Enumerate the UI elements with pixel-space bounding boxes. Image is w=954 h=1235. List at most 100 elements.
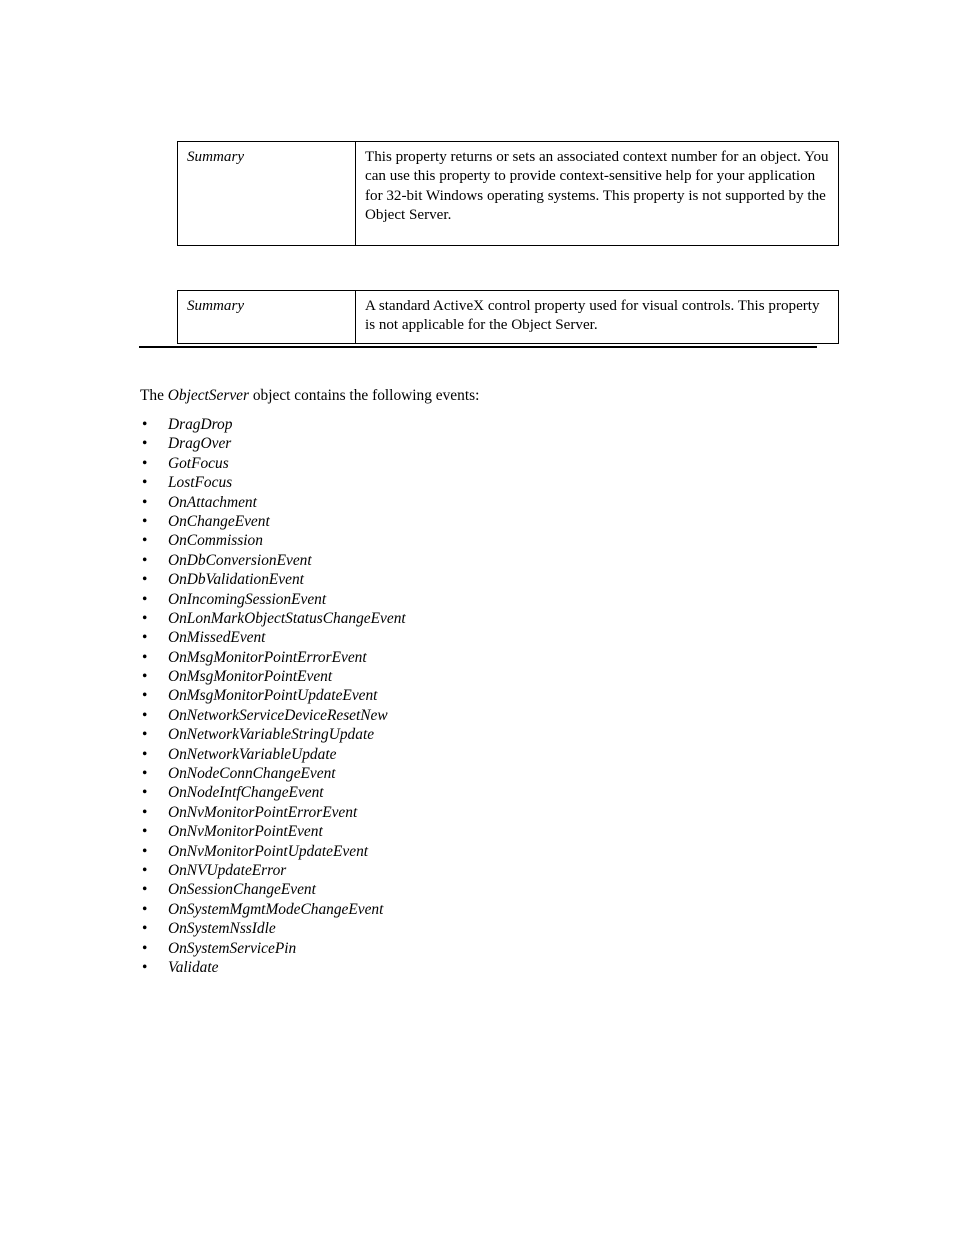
document-page: Summary This property returns or sets an… xyxy=(0,0,954,1235)
event-name: OnDbValidationEvent xyxy=(168,571,304,589)
bullet-icon: • xyxy=(142,706,148,724)
bullet-icon: • xyxy=(142,416,148,433)
summary-label-cell: Summary xyxy=(177,290,356,344)
table-row: Summary This property returns or sets an… xyxy=(177,141,839,246)
list-item: • OnDbConversionEvent xyxy=(140,551,840,570)
event-name: OnNvMonitorPointUpdateEvent xyxy=(168,842,369,860)
event-name: OnNvMonitorPointEvent xyxy=(168,823,323,841)
bullet-icon: • xyxy=(142,668,148,686)
list-item: • OnNodeConnChangeEvent xyxy=(140,764,840,783)
help-context-id-summary-table: Summary This property returns or sets an… xyxy=(177,141,839,246)
bullet-icon: • xyxy=(142,881,148,899)
list-item: • OnIncomingSessionEvent xyxy=(140,590,840,609)
bullet-icon: • xyxy=(142,512,148,530)
list-item: • LostFocus xyxy=(140,473,840,492)
list-item: • OnNvMonitorPointErrorEvent xyxy=(140,803,840,822)
bullet-icon: • xyxy=(142,765,148,783)
object-server-name: ObjectServer xyxy=(167,387,249,404)
intro-prefix: The xyxy=(140,387,168,404)
bullet-icon: • xyxy=(142,474,148,492)
bullet-icon: • xyxy=(142,609,148,627)
list-item: • GotFocus xyxy=(140,454,840,473)
bullet-icon: • xyxy=(142,648,148,666)
bullet-icon: • xyxy=(142,920,148,938)
bullet-icon: • xyxy=(142,454,148,472)
event-name: OnMsgMonitorPointEvent xyxy=(168,668,333,686)
bullet-icon: • xyxy=(142,842,148,860)
list-item: • OnMissedEvent xyxy=(140,628,840,647)
list-item: • DragOver xyxy=(140,434,840,453)
list-item: • OnSystemNssIdle xyxy=(140,919,840,938)
bullet-icon: • xyxy=(142,958,148,976)
bullet-icon: • xyxy=(142,939,148,957)
bullet-icon: • xyxy=(142,629,148,647)
list-item: • OnAttachment xyxy=(140,493,840,512)
bullet-icon: • xyxy=(142,784,148,802)
event-name: OnNVUpdateError xyxy=(168,861,287,879)
list-item: • OnNvMonitorPointUpdateEvent xyxy=(140,842,840,861)
event-name: OnNodeConnChangeEvent xyxy=(168,765,336,783)
list-item: • OnNetworkVariableUpdate xyxy=(140,745,840,764)
list-item: • OnSystemServicePin xyxy=(140,939,840,958)
event-name: OnAttachment xyxy=(168,493,257,511)
event-name: Validate xyxy=(168,958,219,976)
list-item: • OnChangeEvent xyxy=(140,512,840,531)
table-row: Summary A standard ActiveX control prope… xyxy=(177,290,839,344)
section-divider xyxy=(139,346,817,348)
event-name: OnNetworkVariableUpdate xyxy=(168,745,337,763)
event-name: OnDbConversionEvent xyxy=(168,551,312,569)
event-name: LostFocus xyxy=(168,474,233,492)
event-name: OnNetworkServiceDeviceResetNew xyxy=(168,706,388,724)
list-item: • DragDrop xyxy=(140,415,840,434)
event-name: DragDrop xyxy=(168,416,233,433)
bullet-icon: • xyxy=(142,551,148,569)
event-name: OnNvMonitorPointErrorEvent xyxy=(168,803,358,821)
summary-body-cell: A standard ActiveX control property used… xyxy=(355,290,839,344)
bullet-icon: • xyxy=(142,590,148,608)
bullet-icon: • xyxy=(142,823,148,841)
bullet-icon: • xyxy=(142,803,148,821)
list-item: • OnSystemMgmtModeChangeEvent xyxy=(140,900,840,919)
events-list: • DragDrop • DragOver • GotFocus • LostFocus • On… xyxy=(140,415,840,977)
list-item: • OnDbValidationEvent xyxy=(140,570,840,589)
events-intro-paragraph: The ObjectServer object contains the fol… xyxy=(140,386,830,405)
event-name: GotFocus xyxy=(168,454,229,472)
event-name: OnMissedEvent xyxy=(168,629,266,647)
event-name: OnNodeIntfChangeEvent xyxy=(168,784,324,802)
list-item: • OnSessionChangeEvent xyxy=(140,880,840,899)
event-name: OnSessionChangeEvent xyxy=(168,881,316,899)
list-item: • OnLonMarkObjectStatusChangeEvent xyxy=(140,609,840,628)
bullet-icon: • xyxy=(142,571,148,589)
intro-suffix: object contains the following events: xyxy=(248,387,480,404)
bullet-icon: • xyxy=(142,493,148,511)
list-item: • OnNvMonitorPointEvent xyxy=(140,822,840,841)
event-name: OnSystemNssIdle xyxy=(168,920,276,938)
event-name: DragOver xyxy=(168,435,232,453)
event-name: OnMsgMonitorPointErrorEvent xyxy=(168,648,367,666)
list-item: • OnNetworkVariableStringUpdate xyxy=(140,725,840,744)
list-item: • OnMsgMonitorPointEvent xyxy=(140,667,840,686)
event-name: OnMsgMonitorPointUpdateEvent xyxy=(168,687,378,705)
list-item: • OnNodeIntfChangeEvent xyxy=(140,783,840,802)
bullet-icon: • xyxy=(142,726,148,744)
summary-label-cell: Summary xyxy=(177,141,356,246)
list-item: • OnNVUpdateError xyxy=(140,861,840,880)
bullet-icon: • xyxy=(142,532,148,550)
list-item: • OnMsgMonitorPointUpdateEvent xyxy=(140,686,840,705)
list-item: • OnMsgMonitorPointErrorEvent xyxy=(140,648,840,667)
list-item: • Validate xyxy=(140,958,840,977)
event-name: OnNetworkVariableStringUpdate xyxy=(168,726,375,744)
event-name: OnLonMarkObjectStatusChangeEvent xyxy=(168,609,406,627)
event-name: OnCommission xyxy=(168,532,263,550)
bullet-icon: • xyxy=(142,687,148,705)
activex-control-property-summary-table: Summary A standard ActiveX control prope… xyxy=(177,290,839,344)
event-name: OnSystemServicePin xyxy=(168,939,297,957)
bullet-icon: • xyxy=(142,745,148,763)
list-item: • OnCommission xyxy=(140,531,840,550)
bullet-icon: • xyxy=(142,435,148,453)
event-name: OnSystemMgmtModeChangeEvent xyxy=(168,900,384,918)
bullet-icon: • xyxy=(142,900,148,918)
event-name: OnIncomingSessionEvent xyxy=(168,590,327,608)
bullet-icon: • xyxy=(142,861,148,879)
event-name: OnChangeEvent xyxy=(168,512,270,530)
